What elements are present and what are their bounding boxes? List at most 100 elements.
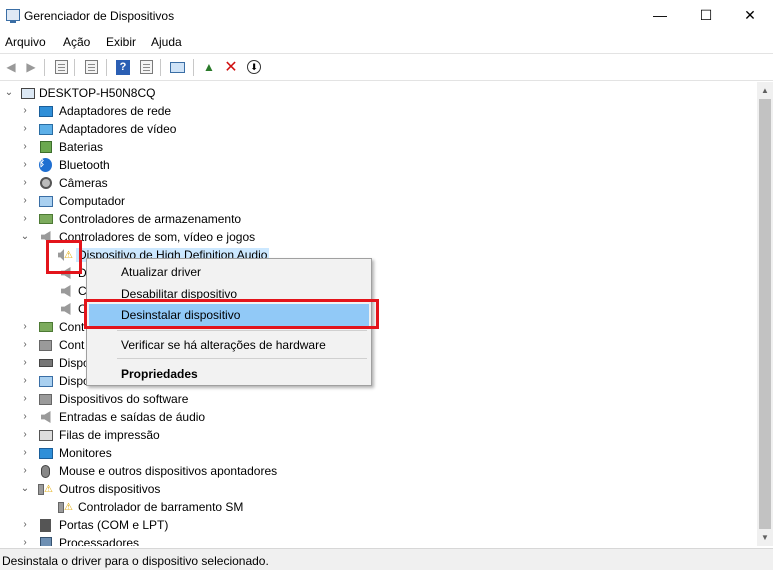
software-device-icon [38, 392, 53, 406]
tree-category[interactable]: › Portas (COM e LPT) [0, 516, 757, 534]
tree-category[interactable]: ⌄ ⚠ Outros dispositivos [0, 480, 757, 498]
tree-root[interactable]: ⌄ DESKTOP-H50N8CQ [0, 84, 757, 102]
controller-icon [38, 320, 53, 334]
expand-chevron-icon[interactable]: › [20, 123, 30, 135]
port-icon [38, 518, 53, 532]
tree-category-label: Controladores de armazenamento [59, 212, 242, 226]
other-devices-icon: ⚠ [38, 482, 53, 496]
status-text: Desinstala o driver para o dispositivo s… [2, 554, 269, 568]
collapse-chevron-icon[interactable]: ⌄ [4, 87, 14, 99]
tree-category-label: Bluetooth [59, 158, 110, 172]
tree-category[interactable]: › Controladores de armazenamento [0, 210, 757, 228]
forward-arrow-icon[interactable]: ▶ [22, 58, 40, 76]
tree-category-label: Cont [59, 338, 85, 352]
tree-category[interactable]: › Baterias [0, 138, 757, 156]
expand-chevron-icon[interactable]: › [20, 159, 30, 171]
annotation-highlight-box [46, 240, 82, 274]
title-bar: Gerenciador de Dispositivos — ☐ ✕ [0, 0, 773, 32]
tree-category[interactable]: › Monitores [0, 444, 757, 462]
tree-category-label: Portas (COM e LPT) [59, 518, 169, 532]
storage-controller-icon [38, 212, 53, 226]
expand-chevron-icon[interactable]: › [20, 105, 30, 117]
menu-item-label: Atualizar driver [121, 265, 202, 279]
update-driver-icon[interactable] [137, 58, 155, 76]
maximize-button[interactable]: ☐ [683, 0, 729, 30]
tree-category-label: Cont [59, 320, 85, 334]
tree-category-label: Processadores [59, 536, 140, 546]
toolbar-separator [44, 59, 45, 76]
expand-chevron-icon[interactable]: › [20, 177, 30, 189]
processor-icon [38, 536, 53, 546]
tree-category[interactable]: › Câmeras [0, 174, 757, 192]
expand-chevron-icon[interactable]: › [20, 411, 30, 423]
properties-icon[interactable] [82, 58, 100, 76]
back-arrow-icon[interactable]: ◀ [2, 58, 20, 76]
menu-ajuda[interactable]: Ajuda [151, 35, 182, 49]
tree-category-label: Câmeras [59, 176, 108, 190]
expand-chevron-icon[interactable]: › [20, 519, 30, 531]
tree-category-label: Filas de impressão [59, 428, 160, 442]
collapse-chevron-icon[interactable]: ⌄ [20, 483, 30, 495]
tree-category[interactable]: › Mouse e outros dispositivos apontadore… [0, 462, 757, 480]
expand-chevron-icon[interactable]: › [20, 357, 30, 369]
download-icon[interactable]: ⬇ [245, 58, 263, 76]
printer-icon [38, 428, 53, 442]
expand-chevron-icon[interactable]: › [20, 141, 30, 153]
tree-category-label: Dispositivos do software [59, 392, 189, 406]
bluetooth-icon: ᛒ [38, 158, 53, 172]
tree-category[interactable]: › Entradas e saídas de áudio [0, 408, 757, 426]
scrollbar-thumb[interactable] [759, 99, 771, 529]
tree-device[interactable]: ⚠ Controlador de barramento SM [0, 498, 757, 516]
tree-category[interactable]: › Processadores [0, 534, 757, 546]
expand-chevron-icon[interactable]: › [20, 375, 30, 387]
tree-category[interactable]: › Dispositivos do software [0, 390, 757, 408]
minimize-button[interactable]: — [637, 0, 683, 30]
tree-category-label: Adaptadores de rede [59, 104, 172, 118]
mouse-icon [38, 464, 53, 478]
uninstall-x-icon[interactable]: ✕ [222, 58, 240, 76]
tree-category[interactable]: › Filas de impressão [0, 426, 757, 444]
expand-chevron-icon[interactable]: › [20, 429, 30, 441]
menu-item-update-driver[interactable]: Atualizar driver [89, 261, 369, 283]
tree-root-label: DESKTOP-H50N8CQ [39, 86, 156, 100]
device-icon [38, 356, 53, 370]
device-icon [38, 374, 53, 388]
expand-chevron-icon[interactable]: › [20, 339, 30, 351]
toolbar: ◀ ▶ ? ▲ ✕ ⬇ [0, 53, 773, 81]
tree-device-label: Controlador de barramento SM [78, 500, 244, 514]
expand-chevron-icon[interactable]: › [20, 213, 30, 225]
menu-bar: Arquivo Ação Exibir Ajuda [0, 32, 773, 52]
toolbar-separator [74, 59, 75, 76]
expand-chevron-icon[interactable]: › [20, 465, 30, 477]
battery-icon [38, 140, 53, 154]
scan-hardware-icon[interactable] [168, 58, 186, 76]
add-driver-icon[interactable]: ▲ [200, 58, 218, 76]
scroll-up-arrow-icon[interactable]: ▲ [757, 82, 773, 99]
menu-item-scan-hardware[interactable]: Verificar se há alterações de hardware [89, 334, 369, 356]
toolbar-separator [160, 59, 161, 76]
tree-category[interactable]: › Adaptadores de rede [0, 102, 757, 120]
tree-category-label: Entradas e saídas de áudio [59, 410, 206, 424]
menu-acao[interactable]: Ação [63, 35, 90, 49]
expand-chevron-icon[interactable]: › [20, 537, 30, 546]
expand-chevron-icon[interactable]: › [20, 195, 30, 207]
tree-category[interactable]: › Adaptadores de vídeo [0, 120, 757, 138]
expand-chevron-icon[interactable]: › [20, 321, 30, 333]
tree-category-label: Controladores de som, vídeo e jogos [59, 230, 256, 244]
tree-category[interactable]: › Computador [0, 192, 757, 210]
menu-item-properties[interactable]: Propriedades [89, 363, 369, 385]
tree-category[interactable]: ⌄ Controladores de som, vídeo e jogos [0, 228, 757, 246]
close-button[interactable]: ✕ [727, 0, 773, 30]
menu-exibir[interactable]: Exibir [106, 35, 136, 49]
tree-category[interactable]: › ᛒ Bluetooth [0, 156, 757, 174]
collapse-chevron-icon[interactable]: ⌄ [20, 231, 30, 243]
scroll-down-arrow-icon[interactable]: ▼ [757, 529, 773, 546]
expand-chevron-icon[interactable]: › [20, 393, 30, 405]
menu-arquivo[interactable]: Arquivo [5, 35, 46, 49]
help-icon[interactable]: ? [114, 58, 132, 76]
toolbar-separator [193, 59, 194, 76]
menu-separator [117, 358, 367, 359]
tree-category-label: Mouse e outros dispositivos apontadores [59, 464, 278, 478]
show-hide-tree-icon[interactable] [52, 58, 70, 76]
expand-chevron-icon[interactable]: › [20, 447, 30, 459]
